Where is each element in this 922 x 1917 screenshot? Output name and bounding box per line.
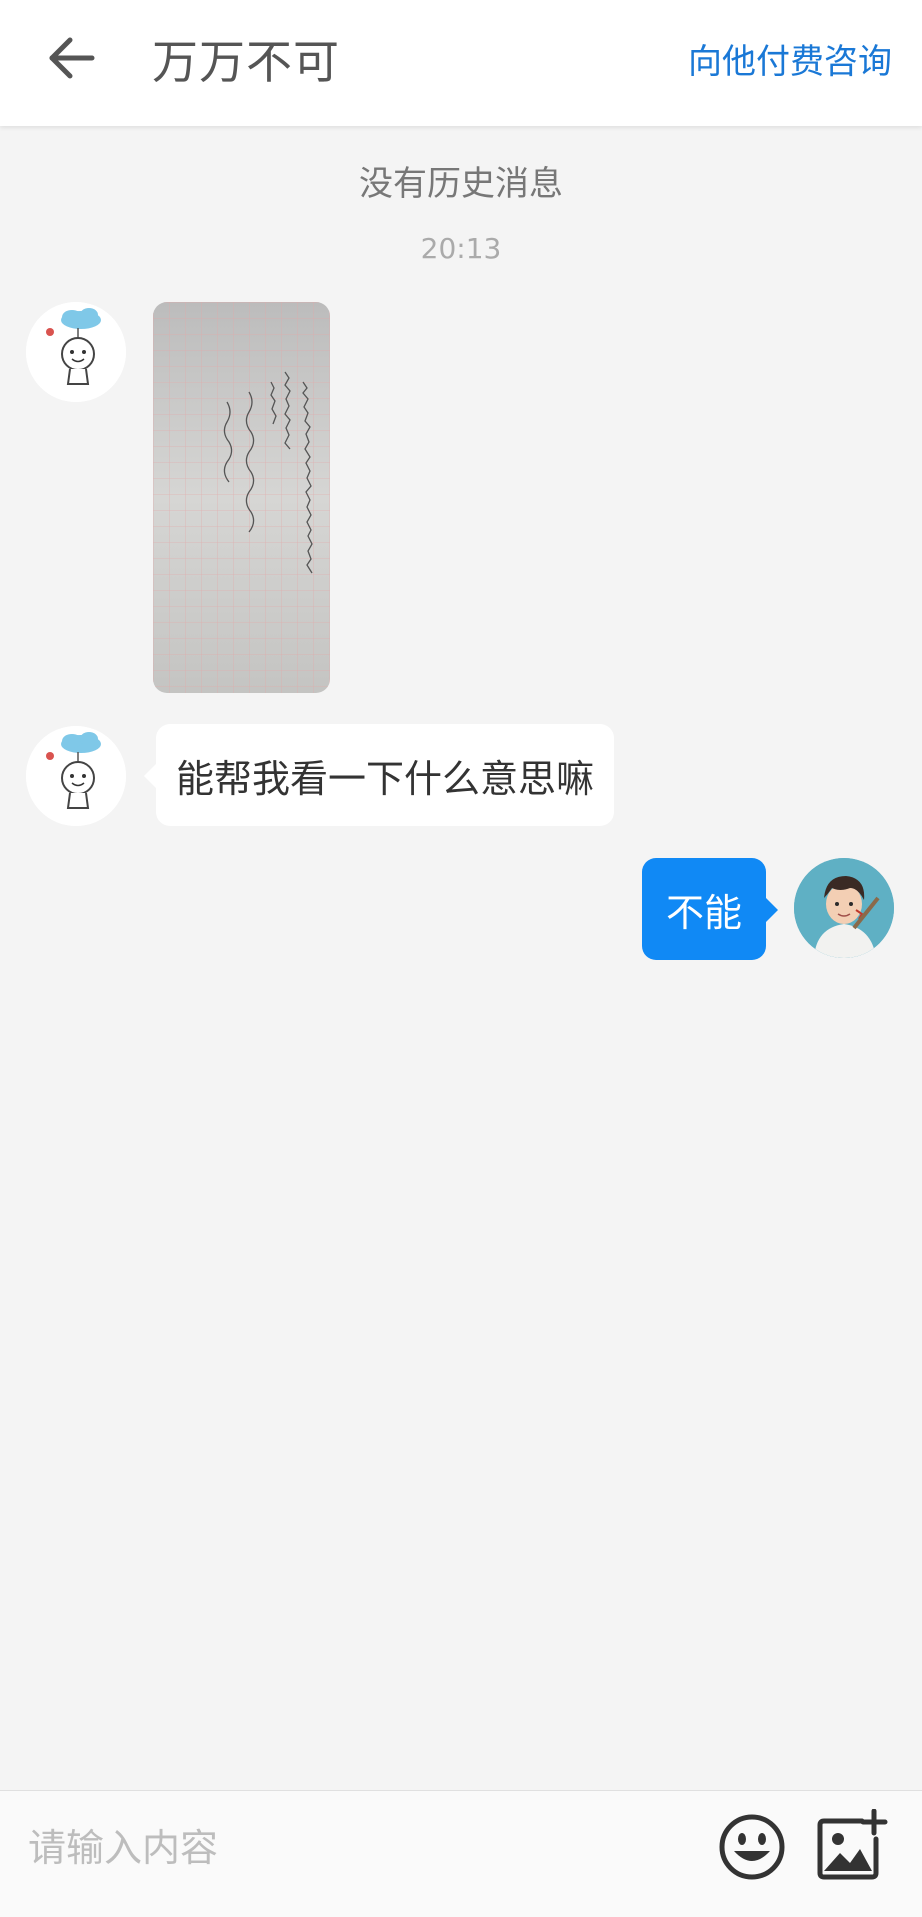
received-message-bubble[interactable]: 能帮我看一下什么意思嘛 (143, 724, 615, 826)
cartoon-cloud-avatar-icon (26, 726, 126, 826)
message-input[interactable] (26, 1817, 670, 1879)
add-image-icon (817, 1808, 888, 1880)
message-timestamp: 20:13 (420, 232, 502, 265)
page-title: 万万不可 (152, 35, 340, 89)
paid-consult-button[interactable]: 向他付费咨询 (688, 34, 892, 83)
sent-message-bubble[interactable]: 不能 (642, 858, 778, 960)
notebook-photo-icon (153, 302, 330, 693)
add-image-button[interactable] (816, 1808, 888, 1881)
sender-avatar[interactable] (26, 726, 126, 826)
arrow-left-icon (49, 37, 95, 79)
emoji-button[interactable] (718, 1813, 786, 1881)
my-avatar[interactable] (794, 858, 894, 958)
cartoon-cloud-avatar-icon (26, 302, 126, 402)
image-message[interactable] (153, 302, 330, 693)
input-bar (0, 1790, 922, 1917)
no-history-notice: 没有历史消息 (359, 164, 563, 204)
anime-character-avatar-icon (794, 858, 894, 958)
back-button[interactable] (44, 30, 100, 86)
top-bar: 万万不可 向他付费咨询 (0, 0, 922, 126)
sender-avatar[interactable] (26, 302, 126, 402)
emoji-icon (719, 1814, 785, 1880)
